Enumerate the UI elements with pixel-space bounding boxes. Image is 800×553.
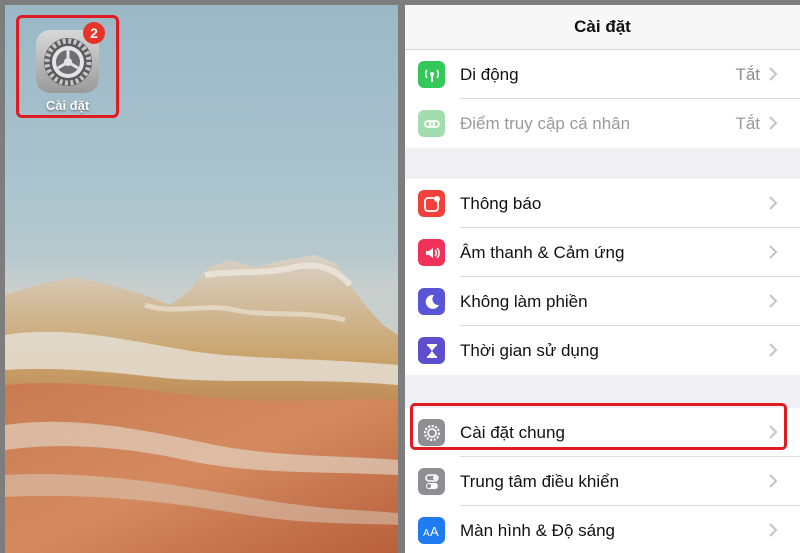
- settings-group-notifications: Thông báo Âm thanh & Cảm ứng Không làm p…: [405, 179, 800, 375]
- row-label: Điểm truy cập cá nhân: [460, 114, 631, 133]
- chevron-right-icon: [769, 196, 778, 210]
- row-label: Di động: [460, 65, 519, 84]
- toggle-switches-icon: [418, 468, 445, 495]
- row-value: Tắt: [735, 114, 760, 133]
- row-value: Tắt: [735, 65, 760, 84]
- settings-panel: Cài đặt Di động Tắt Điểm truy cập cá nhâ…: [405, 5, 800, 553]
- svg-text:A: A: [423, 528, 430, 538]
- settings-row-cellular[interactable]: Di động Tắt: [405, 50, 800, 99]
- notification-icon: [418, 190, 445, 217]
- row-label: Màn hình & Độ sáng: [460, 521, 615, 540]
- speaker-icon: [418, 239, 445, 266]
- navigation-bar: Cài đặt: [405, 5, 800, 50]
- row-label: Thông báo: [460, 194, 542, 213]
- svg-text:A: A: [430, 524, 439, 538]
- text-size-icon: AA: [418, 517, 445, 544]
- chevron-right-icon: [769, 474, 778, 488]
- settings-row-screen-time[interactable]: Thời gian sử dụng: [405, 326, 800, 375]
- row-label: Thời gian sử dụng: [460, 341, 599, 360]
- settings-row-do-not-disturb[interactable]: Không làm phiền: [405, 277, 800, 326]
- home-screen: 2 Cài đặt: [5, 5, 398, 553]
- chevron-right-icon: [769, 294, 778, 308]
- screenshot-frame: 2 Cài đặt Cài đặt Di động Tắt Điểm truy …: [0, 0, 800, 553]
- row-label: Không làm phiền: [460, 292, 588, 311]
- chevron-right-icon: [769, 245, 778, 259]
- settings-app-highlight[interactable]: 2 Cài đặt: [16, 15, 119, 118]
- settings-group-connectivity: Di động Tắt Điểm truy cập cá nhân Tắt: [405, 50, 800, 148]
- chevron-right-icon: [769, 116, 778, 130]
- hotspot-chain-icon: [418, 110, 445, 137]
- settings-row-notifications[interactable]: Thông báo: [405, 179, 800, 228]
- settings-row-sounds-haptics[interactable]: Âm thanh & Cảm ứng: [405, 228, 800, 277]
- antenna-icon: [418, 61, 445, 88]
- chevron-right-icon: [769, 343, 778, 357]
- moon-icon: [418, 288, 445, 315]
- row-label: Âm thanh & Cảm ứng: [460, 243, 625, 262]
- row-label: Trung tâm điều khiển: [460, 472, 620, 491]
- app-label: Cài đặt: [45, 98, 90, 113]
- chevron-right-icon: [769, 523, 778, 537]
- page-title: Cài đặt: [574, 17, 631, 36]
- settings-row-control-center[interactable]: Trung tâm điều khiển: [405, 457, 800, 506]
- chevron-right-icon: [769, 67, 778, 81]
- settings-row-personal-hotspot[interactable]: Điểm truy cập cá nhân Tắt: [405, 99, 800, 148]
- notification-badge: 2: [83, 22, 105, 44]
- general-row-highlight: [410, 403, 787, 450]
- hourglass-icon: [418, 337, 445, 364]
- settings-row-display-brightness[interactable]: AA Màn hình & Độ sáng: [405, 506, 800, 553]
